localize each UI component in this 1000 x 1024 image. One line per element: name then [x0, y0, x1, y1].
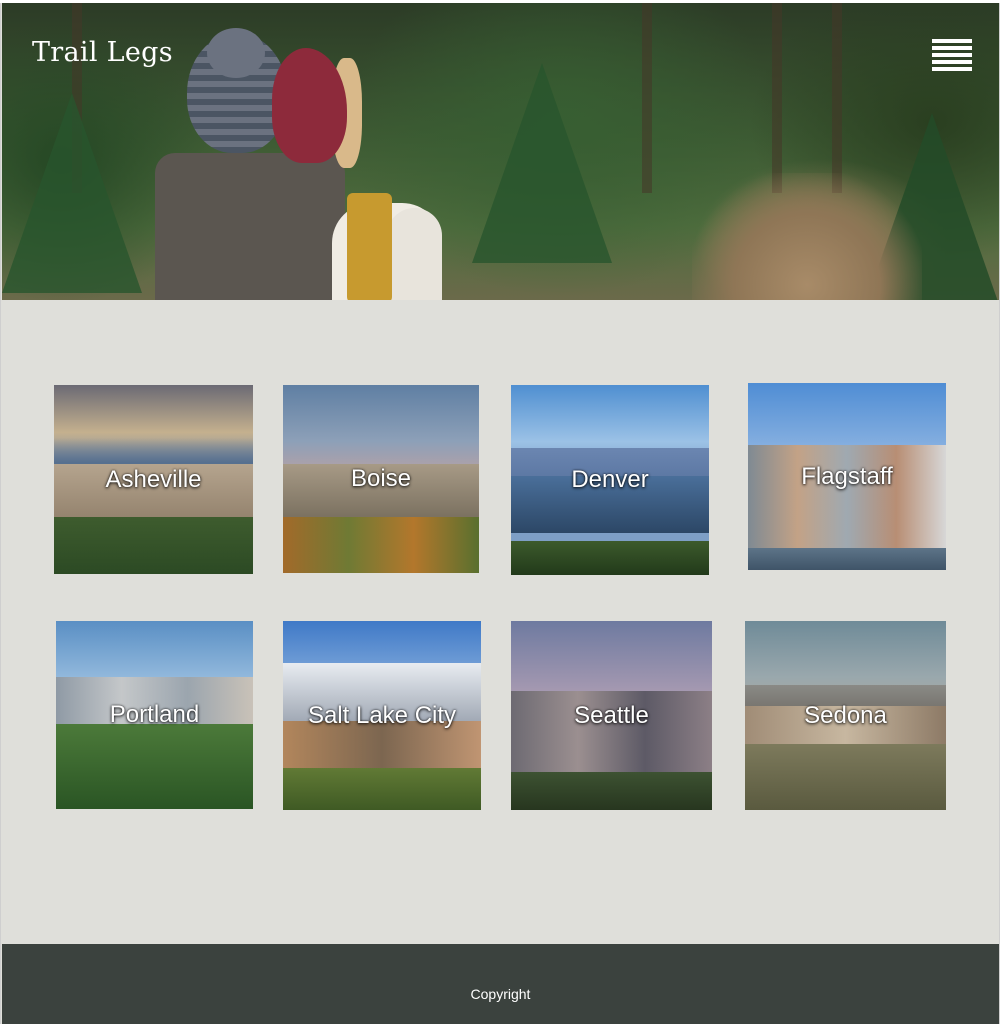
menu-bar [932, 67, 972, 71]
destination-card-asheville[interactable]: Asheville [54, 385, 253, 574]
destination-card-sedona[interactable]: Sedona [745, 621, 946, 810]
destination-label: Salt Lake City [307, 701, 457, 729]
hero-child-hat-pom [207, 28, 265, 78]
destination-label: Asheville [105, 465, 202, 493]
destination-label: Seattle [574, 701, 649, 729]
destination-label: Flagstaff [801, 462, 893, 490]
hero-hiker-sweater-sleeve [387, 208, 442, 300]
destination-label: Sedona [804, 701, 887, 729]
copyright-text: Copyright [470, 986, 531, 1002]
destination-label: Portland [109, 701, 200, 728]
hero-tree-trunk [832, 3, 842, 193]
menu-bar [932, 60, 972, 64]
page-frame: Trail Legs Asheville Boise Denver Flagst… [0, 3, 1000, 1024]
destination-card-denver[interactable]: Denver [511, 385, 709, 575]
page-footer: Copyright [2, 944, 999, 1024]
destination-card-seattle[interactable]: Seattle [511, 621, 712, 810]
destination-card-boise[interactable]: Boise [283, 385, 479, 573]
destination-card-flagstaff[interactable]: Flagstaff [748, 383, 946, 570]
destination-label: Boise [350, 465, 412, 492]
destination-label: Denver [571, 466, 649, 493]
hero-child-carrier-backpack [155, 153, 345, 300]
hero-hiker-red-beanie [272, 48, 347, 163]
hamburger-menu-icon[interactable] [932, 39, 972, 71]
hero-banner: Trail Legs [2, 3, 999, 300]
hero-tree-trunk [772, 3, 782, 193]
destination-card-portland[interactable]: Portland [56, 621, 253, 809]
hero-pine-tree [2, 93, 142, 293]
site-brand[interactable]: Trail Legs [32, 37, 173, 68]
hero-pine-tree [472, 63, 612, 263]
destination-card-salt-lake-city[interactable]: Salt Lake City [283, 621, 481, 810]
menu-bar [932, 53, 972, 57]
hero-trail [692, 173, 922, 300]
hero-tree-trunk [642, 3, 652, 193]
menu-bar [932, 39, 972, 43]
menu-bar [932, 46, 972, 50]
hero-hiker-backpack-strap [347, 193, 392, 300]
